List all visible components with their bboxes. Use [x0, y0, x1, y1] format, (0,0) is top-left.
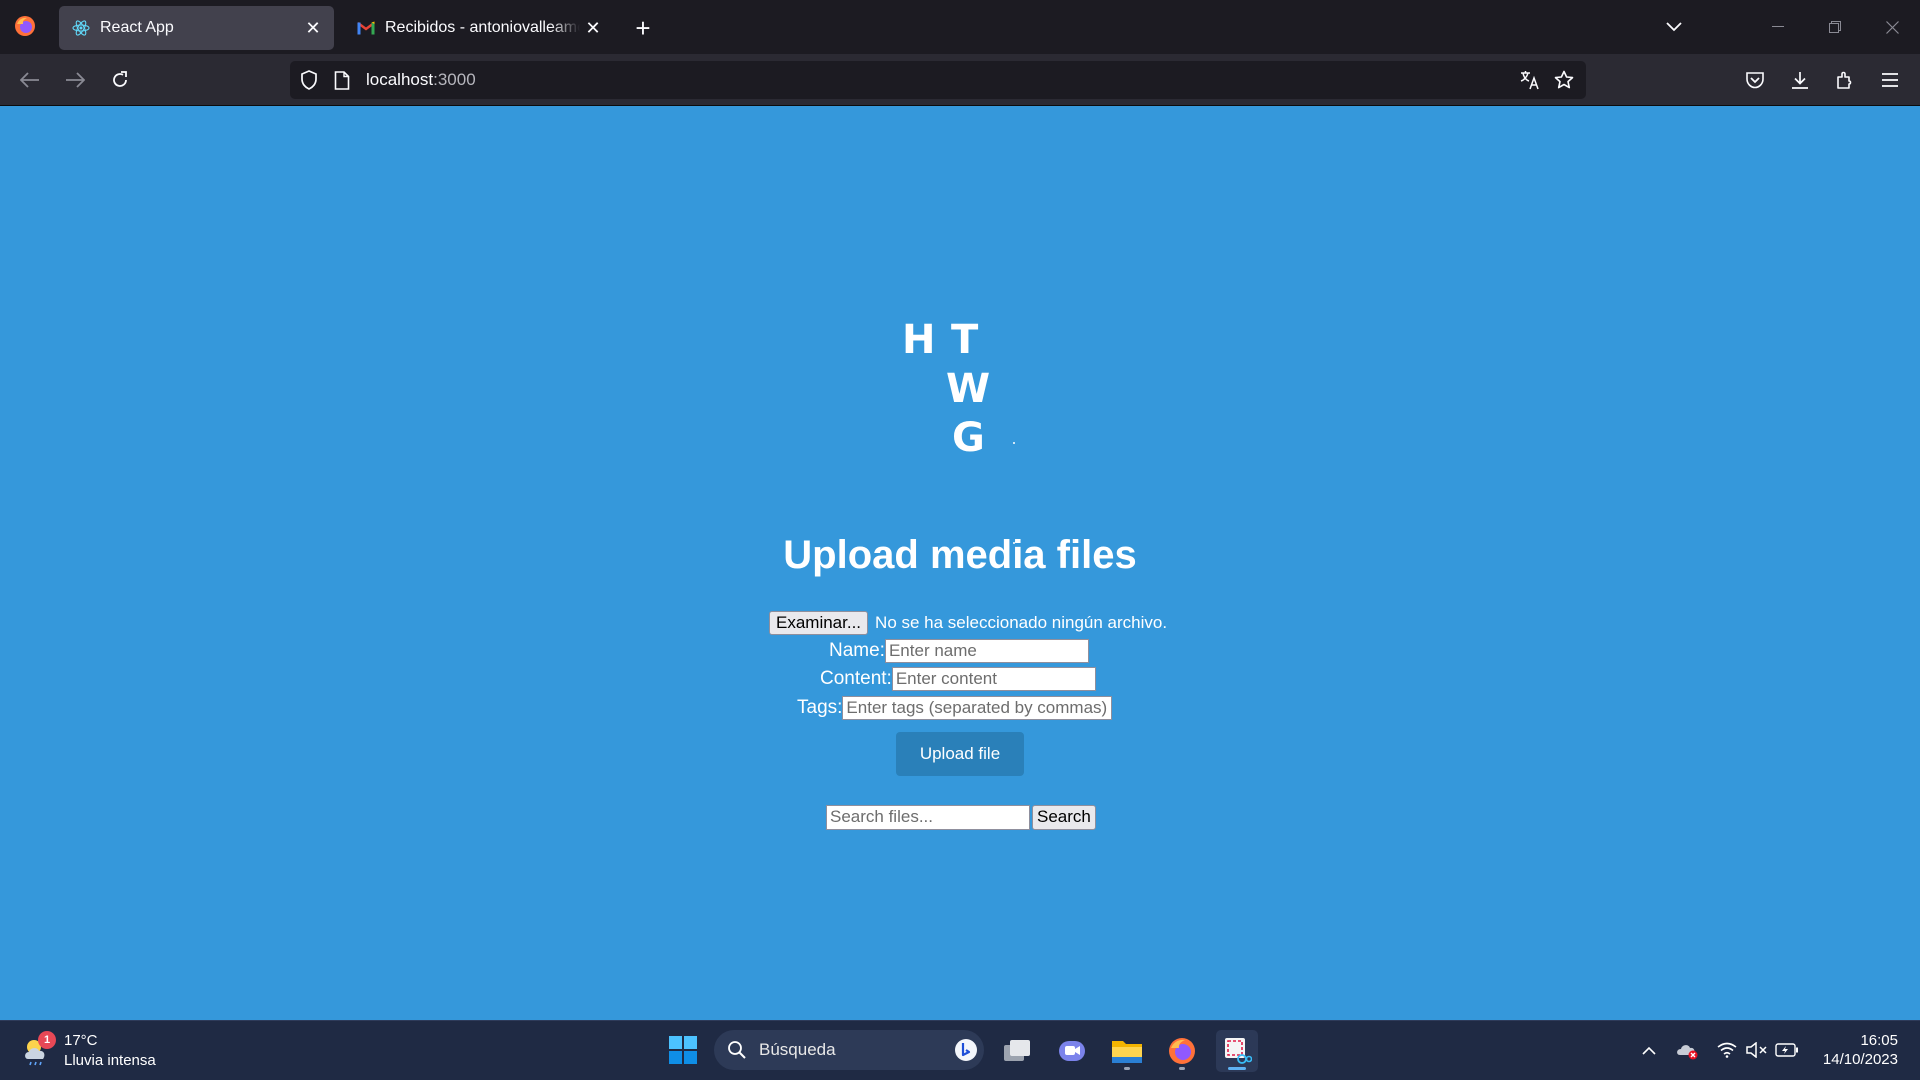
logo-dot — [1013, 442, 1015, 444]
bing-icon[interactable] — [954, 1038, 978, 1062]
file-status-text: No se ha seleccionado ningún archivo. — [875, 612, 1168, 632]
page-info-icon[interactable] — [332, 70, 352, 90]
battery-charging-icon[interactable] — [1775, 1038, 1799, 1062]
notification-badge: 1 — [38, 1031, 56, 1049]
snipping-tool-icon[interactable] — [1216, 1030, 1258, 1072]
navigation-toolbar: localhost:3000 — [0, 54, 1920, 106]
tags-field-row: Tags: — [797, 695, 1113, 720]
logo-letter-h: H — [902, 317, 936, 363]
tags-input[interactable] — [842, 695, 1113, 720]
name-input[interactable] — [884, 638, 1089, 663]
extensions-icon[interactable] — [1829, 64, 1861, 96]
browser-tab-bar: React App ✕ Recibidos - antoniovalleamod… — [0, 0, 1920, 54]
download-icon[interactable] — [1784, 64, 1816, 96]
tab-gmail[interactable]: Recibidos - antoniovalleamodeo@gmail.com… — [344, 6, 614, 50]
menu-hamburger-icon[interactable] — [1874, 64, 1906, 96]
new-tab-plus-icon[interactable]: + — [628, 13, 658, 43]
logo-letter-w: W — [946, 366, 991, 412]
active-app-indicator — [1228, 1067, 1246, 1070]
onedrive-error-icon[interactable] — [1676, 1038, 1700, 1062]
bookmark-star-icon[interactable] — [1554, 70, 1574, 90]
translate-icon[interactable] — [1520, 70, 1540, 90]
page-title: Upload media files — [783, 533, 1137, 577]
weather-description: Lluvia intensa — [64, 1052, 156, 1069]
close-tab-icon[interactable]: ✕ — [300, 15, 326, 41]
file-input: Examinar... No se ha seleccionado ningún… — [769, 610, 1167, 635]
taskbar-search-box[interactable]: Búsqueda — [714, 1030, 984, 1070]
tab-react-app[interactable]: React App ✕ — [59, 6, 334, 50]
content-label: Content: — [820, 667, 892, 689]
windows-start-icon[interactable] — [664, 1031, 702, 1069]
gmail-icon — [356, 18, 376, 38]
windows-taskbar: 1 17°C Lluvia intensa Búsqueda 16:05 14/… — [0, 1020, 1920, 1080]
close-tab-icon[interactable]: ✕ — [580, 15, 606, 41]
browse-file-button[interactable]: Examinar... — [769, 610, 869, 635]
chevron-up-icon[interactable] — [1637, 1038, 1661, 1062]
task-view-icon[interactable] — [996, 1030, 1038, 1072]
tags-label: Tags: — [797, 696, 843, 718]
close-window-icon[interactable] — [1872, 10, 1912, 44]
tab-title: React App — [100, 19, 174, 36]
chevron-down-icon[interactable] — [1661, 14, 1687, 40]
weather-widget[interactable]: 1 17°C Lluvia intensa — [22, 1029, 182, 1073]
page-content: H T W G Upload media files Examinar... N… — [0, 107, 1920, 1020]
name-field-row: Name: — [829, 638, 1089, 663]
restore-window-icon[interactable] — [1815, 10, 1855, 44]
upload-file-button[interactable]: Upload file — [896, 732, 1024, 776]
search-input[interactable] — [826, 804, 1030, 830]
running-indicator — [1124, 1067, 1130, 1070]
logo-letter-g: G — [952, 415, 985, 461]
tab-title: Recibidos - antoniovalleamodeo@gmail.com — [385, 19, 580, 36]
content-field-row: Content: — [820, 666, 1096, 691]
system-clock[interactable]: 16:05 14/10/2023 — [1823, 1031, 1898, 1069]
reload-icon[interactable] — [104, 64, 136, 96]
shield-icon[interactable] — [299, 70, 319, 90]
search-bar: Search — [826, 804, 1096, 830]
firefox-taskbar-icon[interactable] — [1161, 1030, 1203, 1072]
minimize-window-icon[interactable] — [1758, 10, 1798, 44]
forward-arrow-icon[interactable] — [59, 64, 91, 96]
clock-time: 16:05 — [1860, 1032, 1898, 1049]
pocket-icon[interactable] — [1739, 64, 1771, 96]
taskbar-search-text: Búsqueda — [759, 1040, 836, 1059]
teams-chat-icon[interactable] — [1051, 1030, 1093, 1072]
name-label: Name: — [829, 639, 885, 661]
clock-date: 14/10/2023 — [1822, 1051, 1898, 1068]
weather-temperature: 17°C — [64, 1032, 98, 1049]
running-indicator — [1179, 1067, 1185, 1070]
address-bar[interactable]: localhost:3000 — [290, 61, 1586, 99]
logo-letter-t: T — [951, 317, 979, 363]
htwg-logo: H T W G — [890, 315, 1040, 544]
wifi-icon[interactable] — [1715, 1038, 1739, 1062]
search-icon — [727, 1040, 747, 1060]
content-input[interactable] — [891, 666, 1096, 691]
file-explorer-icon[interactable] — [1106, 1030, 1148, 1072]
react-icon — [71, 18, 91, 38]
firefox-logo-icon[interactable] — [14, 15, 36, 37]
volume-muted-icon[interactable] — [1745, 1038, 1769, 1062]
url-text[interactable]: localhost:3000 — [366, 70, 476, 90]
url-port: :3000 — [433, 70, 476, 89]
search-button[interactable]: Search — [1032, 804, 1096, 830]
url-host: localhost — [366, 70, 434, 89]
back-arrow-icon[interactable] — [14, 64, 46, 96]
